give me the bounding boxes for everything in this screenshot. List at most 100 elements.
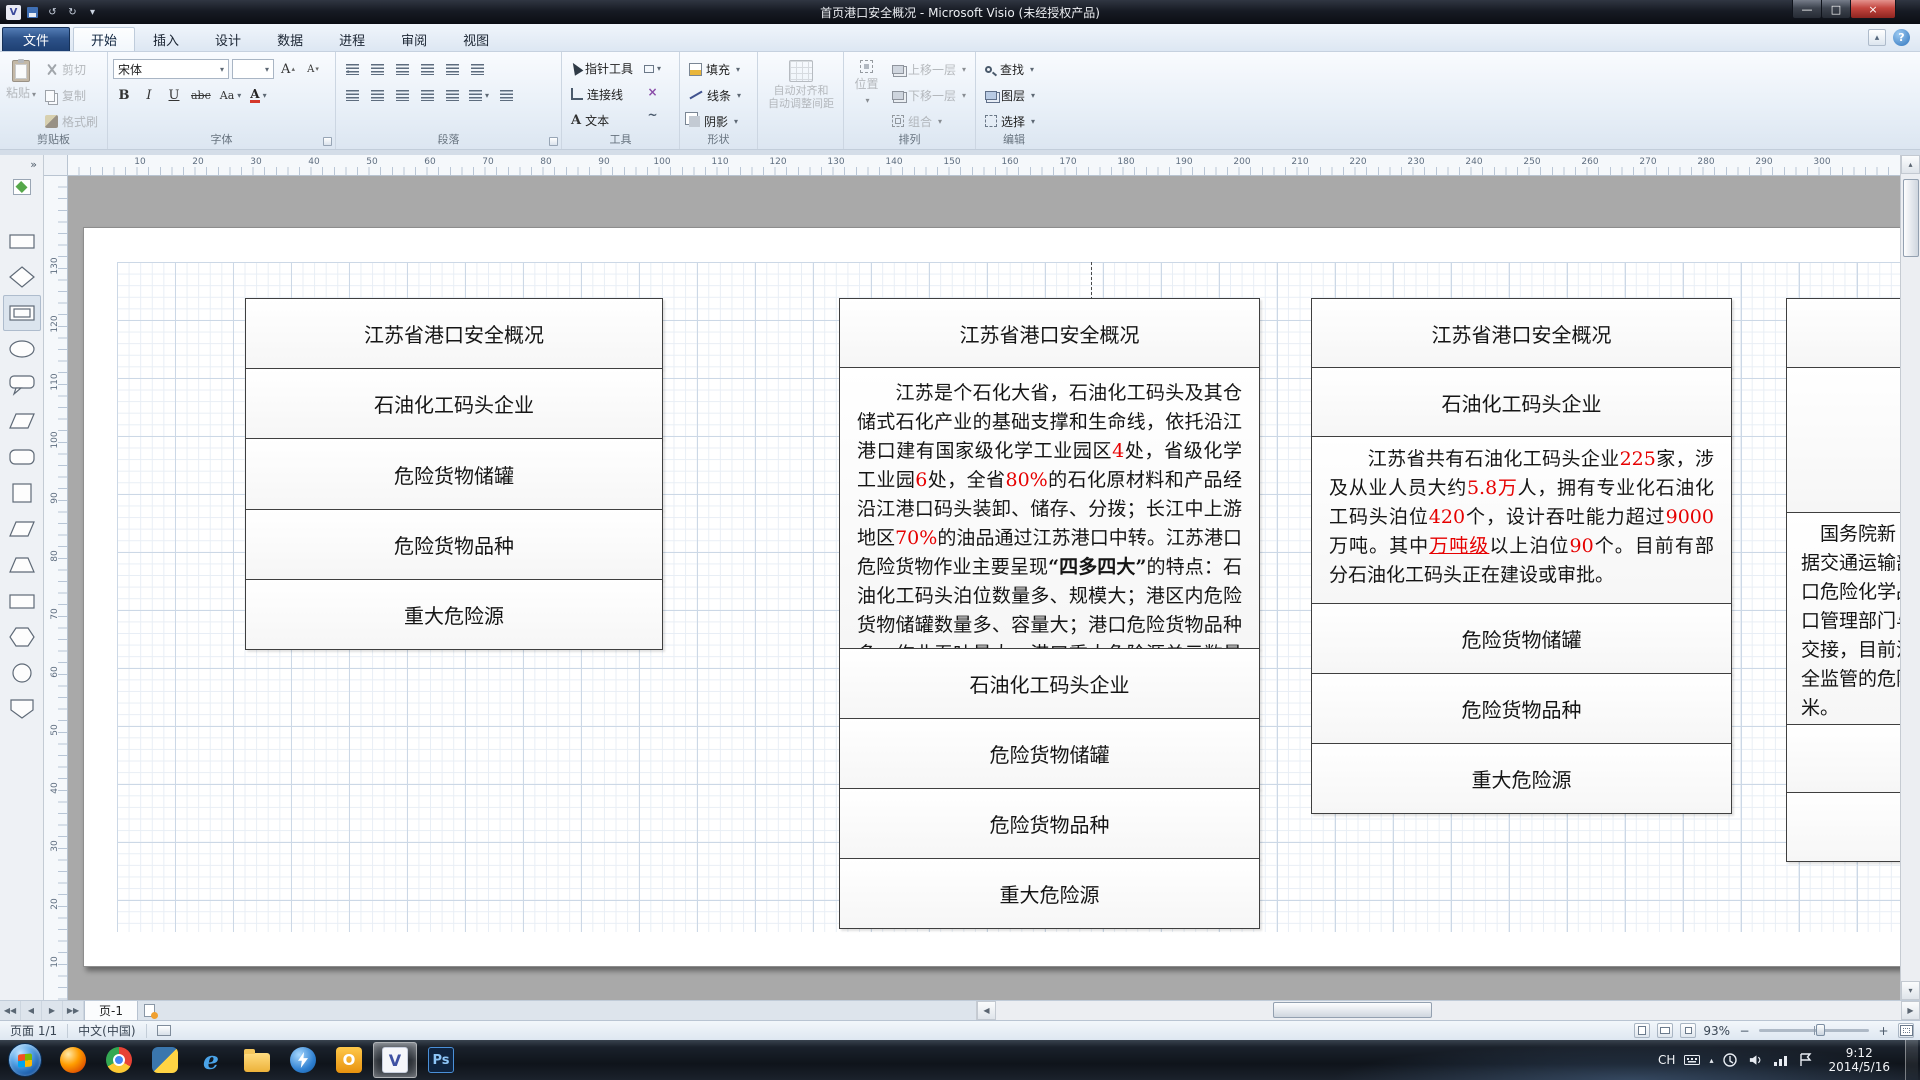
diagram-box[interactable]: 危险货物储罐 [245,438,663,509]
undo-button[interactable]: ↺ [44,5,61,20]
paragraph-spacing-button[interactable] [441,59,463,80]
text-tool-button[interactable]: A文本 [567,108,637,132]
stencil-shape-parallelogram[interactable] [3,511,41,547]
taskbar-app-firefox[interactable] [51,1042,95,1078]
layers-button[interactable]: 图层▾ [981,83,1047,107]
page-tab[interactable]: 页-1 [84,1001,138,1020]
page-nav-button[interactable]: ▶▶ [63,1001,84,1020]
auto-align-button[interactable]: 自动对齐和自动调整间距 [763,56,839,110]
diagram-box[interactable]: 石油化工码头企业 [839,648,1260,719]
taskbar-clock[interactable]: 9:12 2014/5/16 [1822,1046,1896,1074]
stencil-shape-hexagon[interactable] [3,619,41,655]
vertical-scrollbar[interactable]: ▴ ▾ [1900,155,1920,1000]
align-left-button[interactable] [341,85,363,106]
insert-page-button[interactable] [138,1001,162,1020]
diagram-paragraph[interactable]: 江苏是个石化大省，石油化工码头及其仓储式石化产业的基础支撑和生命线，依托沿江港口… [839,367,1260,649]
tab-插入[interactable]: 插入 [135,27,197,51]
strikethrough-button[interactable]: abc [188,85,214,106]
diagram-box[interactable] [1786,298,1900,368]
zoom-in-button[interactable]: + [1876,1023,1891,1038]
redo-button[interactable]: ↻ [64,5,81,20]
diagram-paragraph[interactable]: 江苏省共有石油化工码头企业225家，涉及从业人员大约5.8万人，拥有专业化石油化… [1311,436,1732,604]
show-hidden-icons-button[interactable]: ▴ [1709,1056,1713,1065]
line-spacing-button[interactable]: ▾ [466,85,492,106]
vertical-ruler[interactable]: 130120110100908070605040302010 [44,176,68,1000]
fit-page-button[interactable] [1898,1023,1914,1038]
diagram-box[interactable]: 危险货物储罐 [1311,603,1732,674]
taskbar-app-outlook[interactable]: O [327,1042,371,1078]
page-indicator[interactable]: 页面 1/1 [0,1022,67,1039]
tab-开始[interactable]: 开始 [73,27,135,51]
vertical-scroll-thumb[interactable] [1903,179,1919,257]
taskbar-app-chrome[interactable] [97,1042,141,1078]
zoom-slider[interactable] [1759,1029,1869,1032]
format-painter-button[interactable]: 格式刷 [41,109,102,133]
network-icon[interactable] [1772,1052,1788,1068]
send-backward-button[interactable]: 下移一层▾ [888,84,970,108]
connection-point-button[interactable]: × [641,81,664,102]
diagram-box[interactable]: 石油化工码头企业 [245,368,663,439]
paste-button[interactable]: 粘贴▾ [5,56,37,133]
save-button[interactable] [24,5,41,20]
stencil-icon[interactable] [13,179,31,195]
increase-font-button[interactable]: A▴ [277,59,299,80]
copy-button[interactable]: 复制 [41,84,102,108]
expand-shapes-button[interactable]: » [30,158,43,171]
action-center-icon[interactable] [1797,1052,1813,1068]
position-button[interactable]: 位置▾ [849,56,884,133]
zoom-slider-thumb[interactable] [1816,1024,1825,1036]
volume-icon[interactable] [1747,1052,1763,1068]
scroll-up-button[interactable]: ▴ [1901,155,1920,174]
bold-button[interactable]: B [113,85,135,106]
tab-数据[interactable]: 数据 [259,27,321,51]
pan-zoom-view-button[interactable] [1680,1023,1696,1038]
stencil-shape-diamond[interactable] [3,259,41,295]
stencil-shape-circle[interactable] [3,655,41,691]
align-center-button[interactable] [366,85,388,106]
scroll-down-button[interactable]: ▾ [1901,981,1920,1000]
tab-设计[interactable]: 设计 [197,27,259,51]
shape-draw-button[interactable]: ▾ [641,58,664,79]
diagram-box[interactable]: 危险货物储罐 [839,718,1260,789]
drawing-canvas[interactable]: 江苏省港口安全概况石油化工码头企业危险货物储罐危险货物品种重大危险源 江苏省港口… [68,176,1900,1000]
fill-button[interactable]: 填充▾ [685,57,752,81]
diagram-box[interactable]: 危险货物品种 [1311,673,1732,744]
stencil-shape-callout[interactable] [3,367,41,403]
italic-button[interactable]: I [138,85,160,106]
font-size-select[interactable]: ▾ [232,59,274,79]
diagram-box[interactable] [1786,367,1900,513]
normal-view-button[interactable] [1634,1023,1650,1038]
stencil-shape-ellipse[interactable] [3,331,41,367]
horizontal-scroll-thumb[interactable] [1273,1002,1432,1018]
help-button[interactable]: ? [1893,29,1910,46]
connector-tool-button[interactable]: 连接线 [567,82,637,106]
tab-视图[interactable]: 视图 [445,27,507,51]
diagram-box[interactable]: 江苏省港口安全概况 [839,298,1260,368]
font-name-select[interactable]: 宋体▾ [113,59,229,79]
stencil-shape-shield[interactable] [3,691,41,727]
zoom-level[interactable]: 93% [1703,1024,1730,1038]
fullscreen-view-button[interactable] [1657,1023,1673,1038]
horizontal-scroll-track[interactable] [996,1001,1901,1020]
taskbar-app-visio[interactable]: V [373,1042,417,1078]
stencil-shape-square[interactable] [3,475,41,511]
diagram-box[interactable]: 危险货物品种 [839,788,1260,859]
start-button[interactable] [8,1043,42,1077]
increase-indent-button[interactable] [416,59,438,80]
tab-file[interactable]: 文件 [2,27,70,51]
diagram-box[interactable] [1786,792,1900,862]
stencil-shape-rounded-rectangle[interactable] [3,439,41,475]
font-color-button[interactable]: A▾ [247,85,269,106]
diagram-box[interactable]: 江苏省港口安全概况 [245,298,663,369]
language-button[interactable]: CH [1658,1053,1675,1067]
page-nav-button[interactable]: ▶ [42,1001,63,1020]
stencil-shape-rectangle[interactable] [3,583,41,619]
change-case-button[interactable]: Aa▾ [217,85,245,106]
bullets-button[interactable] [341,59,363,80]
tab-进程[interactable]: 进程 [321,27,383,51]
taskbar-app-python[interactable] [143,1042,187,1078]
scroll-right-button[interactable]: ▶ [1901,1001,1920,1020]
justify-button[interactable] [416,85,438,106]
numbering-button[interactable] [366,59,388,80]
visio-app-icon[interactable]: V [6,5,21,20]
